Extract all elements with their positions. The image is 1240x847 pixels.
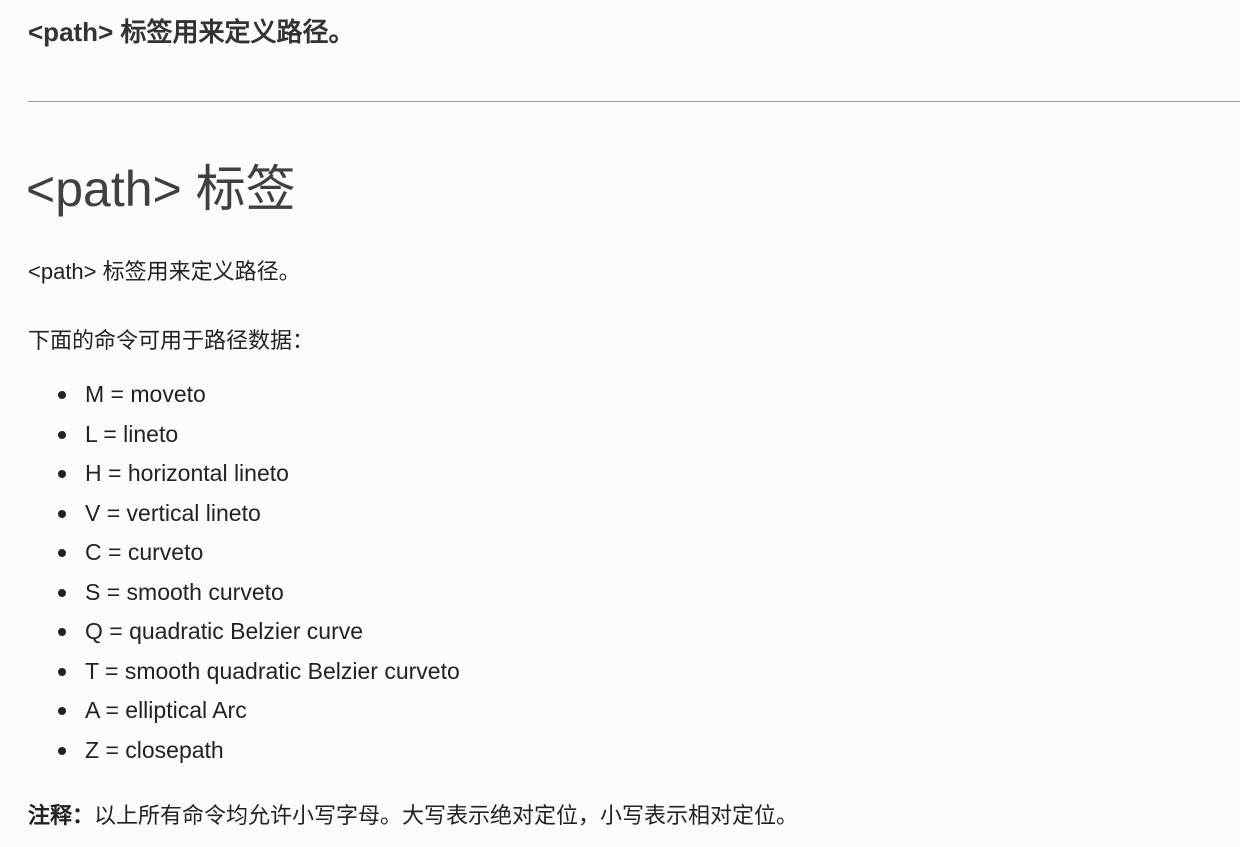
list-item: C = curveto <box>28 536 460 576</box>
command-text: S = smooth curveto <box>85 578 284 605</box>
list-item: T = smooth quadratic Belzier curveto <box>28 655 460 695</box>
bullet-icon <box>58 667 66 676</box>
paragraph-description: <path> 标签用来定义路径。 <box>28 259 301 284</box>
list-item: Z = closepath <box>28 734 460 774</box>
bullet-icon <box>58 391 66 399</box>
command-text: L = lineto <box>85 420 179 447</box>
section-title: <path> 标签 <box>26 161 296 217</box>
command-text: A = elliptical Arc <box>85 697 247 723</box>
command-text: Z = closepath <box>85 736 224 763</box>
note-text: 以上所有命令均允许小写字母。大写表示绝对定位，小写表示相对定位。 <box>94 803 799 828</box>
bullet-icon <box>58 509 66 518</box>
horizontal-divider <box>28 101 1240 102</box>
list-item: S = smooth curveto <box>28 576 460 616</box>
list-item: L = lineto <box>28 418 460 458</box>
path-command-list: M = moveto L = lineto H = horizontal lin… <box>28 378 460 773</box>
bullet-icon <box>58 549 66 557</box>
document-page: <path> 标签用来定义路径。 <path> 标签 <path> 标签用来定义… <box>0 0 1240 847</box>
bullet-icon <box>58 707 66 715</box>
list-item: M = moveto <box>28 378 460 418</box>
note-label: 注释： <box>28 803 95 828</box>
bullet-icon <box>58 470 66 478</box>
command-text: H = horizontal lineto <box>85 460 289 486</box>
paragraph-commands-intro: 下面的命令可用于路径数据： <box>28 328 315 353</box>
bullet-icon <box>58 746 66 755</box>
bullet-icon <box>58 588 66 597</box>
list-item: H = horizontal lineto <box>28 457 460 497</box>
list-item: V = vertical lineto <box>28 497 460 537</box>
bullet-icon <box>58 430 66 439</box>
note-paragraph: 注释：以上所有命令均允许小写字母。大写表示绝对定位，小写表示相对定位。 <box>28 800 798 832</box>
list-item: Q = quadratic Belzier curve <box>28 615 460 655</box>
bullet-icon <box>58 628 66 636</box>
command-text: C = curveto <box>85 539 204 565</box>
list-item: A = elliptical Arc <box>28 694 460 734</box>
command-text: T = smooth quadratic Belzier curveto <box>85 657 460 684</box>
intro-bold-text: <path> 标签用来定义路径。 <box>28 17 355 47</box>
command-text: M = moveto <box>85 381 206 407</box>
command-text: V = vertical lineto <box>85 499 261 526</box>
command-text: Q = quadratic Belzier curve <box>85 618 364 644</box>
